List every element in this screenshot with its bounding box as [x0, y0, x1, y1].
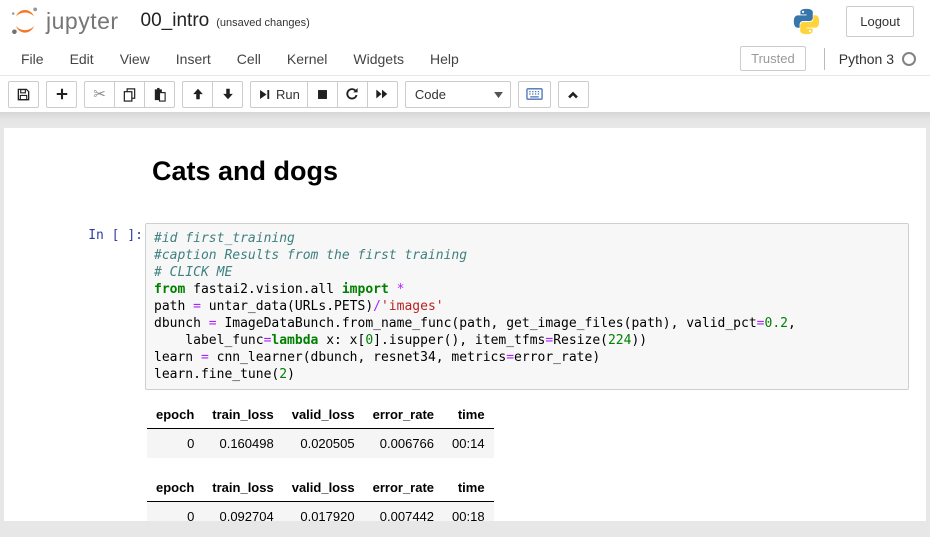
move-cell-up-button[interactable] [182, 81, 213, 108]
arrow-up-icon [191, 87, 205, 101]
menu-file[interactable]: File [8, 43, 57, 75]
chevron-down-icon [494, 92, 503, 99]
code-line: dbunch = ImageDataBunch.from_name_func(p… [154, 315, 904, 332]
code-line: # CLICK ME [154, 264, 904, 281]
logout-button[interactable]: Logout [846, 6, 914, 37]
table-header-row: epochtrain_lossvalid_losserror_ratetime [147, 475, 494, 502]
scissors-icon: ✂ [93, 87, 106, 102]
jupyter-logo-text: jupyter [46, 8, 119, 35]
notebook-title[interactable]: 00_intro [141, 10, 210, 32]
input-prompt: In [ ]: [4, 223, 145, 390]
menu-widgets[interactable]: Widgets [340, 43, 417, 75]
menu-cell[interactable]: Cell [224, 43, 274, 75]
stop-icon [316, 88, 329, 101]
training-results-table-1: epochtrain_lossvalid_losserror_ratetime0… [147, 402, 494, 458]
jupyter-logo[interactable]: jupyter [8, 4, 119, 38]
table-cell: 0 [147, 429, 203, 459]
table-cell: 0.092704 [203, 502, 282, 522]
column-header: valid_loss [283, 475, 364, 502]
table-cell: 0.017920 [283, 502, 364, 522]
interrupt-kernel-button[interactable] [307, 81, 338, 108]
cell-type-dropdown[interactable]: Code [405, 81, 511, 108]
caret-up-button[interactable] [558, 81, 589, 108]
code-line: label_func=lambda x: x[0].isupper(), ite… [154, 332, 904, 349]
kernel-name: Python 3 [839, 51, 894, 67]
table-cell: 0.006766 [364, 429, 443, 459]
column-header: error_rate [364, 475, 443, 502]
copy-icon [122, 87, 137, 102]
column-header: epoch [147, 475, 203, 502]
trusted-badge[interactable]: Trusted [740, 46, 806, 71]
menu-items: FileEditViewInsertCellKernelWidgetsHelp [8, 43, 472, 75]
checkpoint-status: (unsaved changes) [216, 17, 310, 29]
code-area: #id first_training#caption Results from … [154, 230, 904, 383]
code-line: #id first_training [154, 230, 904, 247]
menu-help[interactable]: Help [417, 43, 472, 75]
cell-type-value: Code [415, 87, 446, 102]
save-button[interactable] [8, 81, 39, 108]
column-header: epoch [147, 402, 203, 429]
code-cell: In [ ]: #id first_training#caption Resul… [4, 223, 926, 390]
header-shadow [0, 112, 930, 128]
plus-icon [55, 87, 69, 101]
markdown-cell-prompt [4, 142, 145, 197]
paste-icon [152, 87, 167, 102]
table-header-row: epochtrain_lossvalid_losserror_ratetime [147, 402, 494, 429]
column-header: error_rate [364, 402, 443, 429]
code-line: #caption Results from the first training [154, 247, 904, 264]
caret-up-icon [566, 88, 580, 101]
column-header: time [443, 475, 494, 502]
notebook-area: Cats and dogs In [ ]: #id first_training… [4, 128, 926, 521]
cut-cells-button[interactable]: ✂ [84, 81, 115, 108]
insert-cell-below-button[interactable] [46, 81, 77, 108]
arrow-down-icon [221, 87, 235, 101]
table-cell: 00:18 [443, 502, 494, 522]
code-line: learn = cnn_learner(dbunch, resnet34, me… [154, 349, 904, 366]
copy-cells-button[interactable] [114, 81, 145, 108]
header-top-row: jupyter 00_intro (unsaved changes) Logou… [0, 0, 930, 42]
command-palette-button[interactable] [518, 81, 551, 108]
jupyter-logo-icon [8, 4, 42, 38]
menu-kernel[interactable]: Kernel [274, 43, 340, 75]
column-header: time [443, 402, 494, 429]
run-label: Run [276, 87, 300, 102]
column-header: train_loss [203, 402, 282, 429]
menu-edit[interactable]: Edit [57, 43, 107, 75]
code-editor[interactable]: #id first_training#caption Results from … [145, 223, 909, 390]
table-cell: 0.007442 [364, 502, 443, 522]
table-row: 00.0927040.0179200.00744200:18 [147, 502, 494, 522]
markdown-cell[interactable]: Cats and dogs [4, 142, 926, 197]
menu-insert[interactable]: Insert [163, 43, 224, 75]
python-logo-icon [793, 8, 820, 35]
table-cell: 00:14 [443, 429, 494, 459]
table-cell: 0 [147, 502, 203, 522]
move-cell-down-button[interactable] [212, 81, 243, 108]
menu-bar: FileEditViewInsertCellKernelWidgetsHelp … [0, 42, 930, 76]
restart-icon [345, 87, 359, 101]
code-line: learn.fine_tune(2) [154, 366, 904, 383]
save-icon [16, 87, 31, 102]
markdown-heading: Cats and dogs [152, 156, 338, 187]
toolbar: ✂ [0, 76, 930, 112]
menu-divider [824, 48, 825, 70]
code-line: path = untar_data(URLs.PETS)/'images' [154, 298, 904, 315]
fast-forward-icon [375, 87, 389, 101]
table-row: 00.1604980.0205050.00676600:14 [147, 429, 494, 459]
output-tables: epochtrain_lossvalid_losserror_ratetime0… [4, 402, 926, 521]
notebook-header: jupyter 00_intro (unsaved changes) Logou… [0, 0, 930, 112]
column-header: valid_loss [283, 402, 364, 429]
restart-kernel-button[interactable] [337, 81, 368, 108]
training-results-table-2: epochtrain_lossvalid_losserror_ratetime0… [147, 475, 494, 521]
column-header: train_loss [203, 475, 282, 502]
paste-cells-button[interactable] [144, 81, 175, 108]
kernel-idle-icon [902, 52, 916, 66]
table-cell: 0.160498 [203, 429, 282, 459]
menu-view[interactable]: View [107, 43, 163, 75]
step-forward-icon [258, 88, 271, 101]
code-line: from fastai2.vision.all import * [154, 281, 904, 298]
keyboard-icon [526, 87, 543, 101]
table-cell: 0.020505 [283, 429, 364, 459]
run-button[interactable]: Run [250, 81, 308, 108]
restart-run-all-button[interactable] [367, 81, 398, 108]
